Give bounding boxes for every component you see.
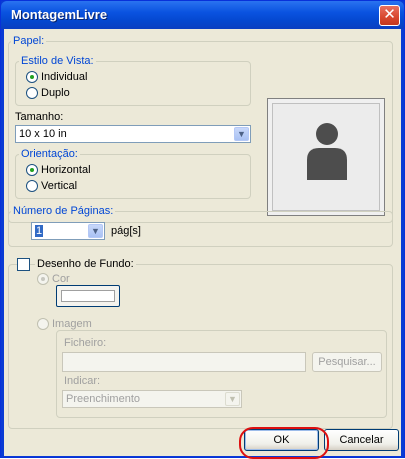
tamanho-select[interactable]: 10 x 10 in ▼ <box>15 125 251 143</box>
pesquisar-button[interactable]: Pesquisar... <box>312 352 382 372</box>
radio-individual-label: Individual <box>41 71 88 83</box>
ok-highlight-circle <box>239 427 329 459</box>
radio-horizontal[interactable]: Horizontal <box>26 163 91 177</box>
estilo-legend: Estilo de Vista: <box>19 55 96 67</box>
radio-imagem-label: Imagem <box>52 317 92 330</box>
papel-legend: Papel: <box>11 35 47 47</box>
dialog-window: MontagemLivre ✕ Papel: Estilo de Vista: … <box>0 0 405 459</box>
paginas-value: 1 <box>35 225 44 237</box>
color-swatch <box>61 290 115 302</box>
fundo-checkbox-label: Desenho de Fundo: <box>35 258 136 271</box>
ficheiro-label: Ficheiro: <box>64 337 107 349</box>
radio-cor-label: Cor <box>52 272 70 285</box>
paginas-unit: pág[s] <box>111 225 141 237</box>
chevron-down-icon[interactable]: ▼ <box>88 224 103 238</box>
pesquisar-label: Pesquisar... <box>318 356 376 368</box>
radio-cor-dot[interactable] <box>37 273 49 285</box>
indicar-value: Preenchimento <box>66 393 140 405</box>
indicar-label: Indicar: <box>64 375 101 387</box>
radio-duplo-dot[interactable] <box>26 87 38 99</box>
radio-individual-dot[interactable] <box>26 71 38 83</box>
cancel-button[interactable]: Cancelar <box>324 429 399 451</box>
dialog-body: Papel: Estilo de Vista: Individual Duplo… <box>4 29 401 459</box>
radio-vertical-label: Vertical <box>41 180 78 192</box>
paginas-select[interactable]: 1 ▼ <box>31 222 105 240</box>
paginas-legend: Número de Páginas: <box>11 205 116 217</box>
radio-horizontal-dot[interactable] <box>26 164 38 176</box>
color-picker-button[interactable] <box>56 285 120 307</box>
chevron-down-icon[interactable]: ▼ <box>225 392 240 406</box>
indicar-select[interactable]: Preenchimento ▼ <box>62 390 242 408</box>
layout-preview <box>267 98 385 216</box>
radio-duplo-label: Duplo <box>41 87 70 99</box>
preview-frame <box>272 103 380 211</box>
radio-individual[interactable]: Individual <box>26 70 87 84</box>
fundo-checkbox[interactable] <box>17 258 30 271</box>
radio-duplo[interactable]: Duplo <box>26 86 70 100</box>
title-bar[interactable]: MontagemLivre ✕ <box>1 1 404 29</box>
chevron-down-icon[interactable]: ▼ <box>234 127 249 141</box>
cancel-label: Cancelar <box>339 434 384 446</box>
radio-cor[interactable]: Cor <box>37 272 70 286</box>
close-button[interactable]: ✕ <box>379 5 400 26</box>
close-icon: ✕ <box>383 6 396 23</box>
radio-vertical-dot[interactable] <box>26 180 38 192</box>
window-title: MontagemLivre <box>11 7 108 22</box>
tamanho-label: Tamanho: <box>15 111 64 123</box>
person-silhouette-icon <box>307 123 347 180</box>
radio-imagem[interactable]: Imagem <box>37 317 92 331</box>
orientacao-legend: Orientação: <box>19 148 80 160</box>
ficheiro-input[interactable] <box>62 352 306 372</box>
radio-horizontal-label: Horizontal <box>41 164 91 176</box>
radio-vertical[interactable]: Vertical <box>26 179 77 193</box>
radio-imagem-dot[interactable] <box>37 318 49 330</box>
tamanho-value: 10 x 10 in <box>19 128 67 140</box>
